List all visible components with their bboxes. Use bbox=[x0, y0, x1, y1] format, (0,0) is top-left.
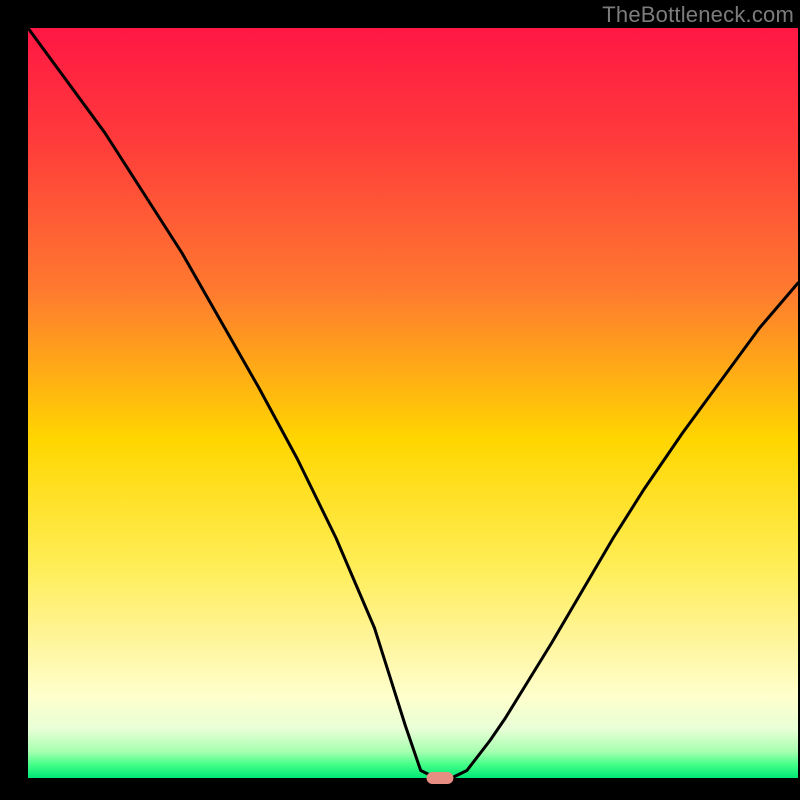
plot-background bbox=[28, 28, 798, 778]
chart-container: TheBottleneck.com bbox=[0, 0, 800, 800]
min-marker bbox=[426, 772, 453, 784]
bottleneck-chart bbox=[0, 0, 800, 800]
